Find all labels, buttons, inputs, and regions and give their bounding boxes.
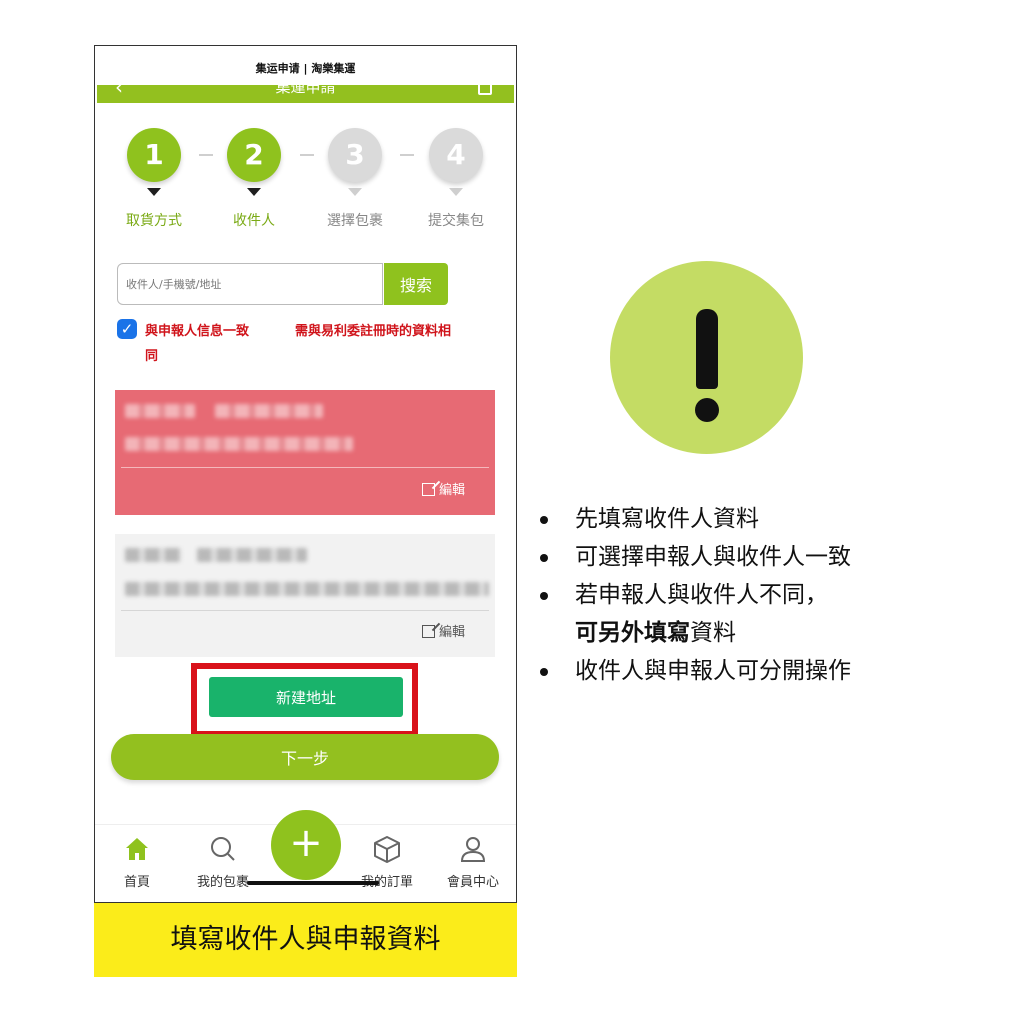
note-text: 可選擇申報人與收件人一致 — [575, 544, 851, 570]
note-text: 先填寫收件人資料 — [575, 506, 759, 532]
edit-label: 編輯 — [438, 483, 465, 498]
step-indicator — [449, 188, 463, 196]
next-step-button[interactable]: 下一步 — [111, 734, 499, 780]
card-divider — [121, 467, 489, 468]
package-icon — [352, 835, 422, 863]
consistency-note-continued: 同 — [145, 349, 159, 364]
step-number: 4 — [429, 128, 483, 182]
note-item: 收件人與申報人可分開操作 — [540, 652, 1000, 690]
blurred-address — [125, 437, 353, 451]
phone-screen: 集运申请 | 淘樂集運 ‹ 集運申請 1 取貨方式 2 收件人 3 選擇包裹 4… — [94, 45, 517, 903]
note-item: 可選擇申報人與收件人一致 — [540, 538, 1000, 576]
tab-bar: 首頁 我的包裹 + 我的訂單 會員中心 — [95, 810, 516, 902]
note-bold-text: 可另外填寫 — [575, 620, 690, 646]
note-item: 先填寫收件人資料 — [540, 500, 1000, 538]
blurred-phone — [215, 404, 323, 418]
app-header: ‹ 集運申請 — [97, 85, 514, 103]
note-text: 收件人與申報人可分開操作 — [575, 658, 851, 684]
blurred-name — [125, 404, 195, 418]
home-indicator — [247, 881, 379, 885]
caption-banner: 填寫收件人與申報資料 — [94, 903, 517, 977]
step-divider — [400, 154, 414, 156]
step-number: 1 — [127, 128, 181, 182]
step-label: 取貨方式 — [126, 213, 182, 229]
tab-member-center[interactable]: 會員中心 — [438, 825, 508, 890]
step-indicator — [147, 188, 161, 196]
home-icon — [102, 835, 172, 863]
note-text: 若申報人與收件人不同， — [575, 582, 828, 608]
step-label: 收件人 — [233, 213, 275, 229]
blurred-phone — [197, 548, 307, 562]
search-input[interactable] — [117, 263, 383, 305]
edit-icon — [421, 483, 435, 496]
note-item: 若申報人與收件人不同， 可另外填寫資料 — [540, 576, 1000, 652]
step-label: 提交集包 — [428, 213, 484, 229]
edit-label: 編輯 — [438, 625, 465, 640]
tab-home[interactable]: 首頁 — [102, 825, 172, 890]
step-number: 3 — [328, 128, 382, 182]
blurred-name — [125, 548, 181, 562]
header-title: 集運申請 — [275, 85, 336, 96]
step-recipient[interactable]: 2 收件人 — [214, 128, 294, 230]
address-card-selected[interactable]: 編輯 — [111, 386, 499, 519]
new-address-highlight: 新建地址 — [191, 663, 418, 737]
check-icon: ✓ — [120, 320, 134, 338]
search-icon — [188, 835, 258, 863]
search-button[interactable]: 搜索 — [384, 263, 448, 305]
note-text: 資料 — [690, 620, 736, 646]
edit-button[interactable]: 編輯 — [421, 479, 465, 498]
step-label: 選擇包裹 — [327, 213, 383, 229]
tab-label: 首頁 — [123, 875, 150, 890]
new-address-button[interactable]: 新建地址 — [209, 677, 403, 717]
address-card[interactable]: 編輯 — [111, 530, 499, 661]
card-divider — [121, 610, 489, 611]
step-divider — [300, 154, 314, 156]
edit-icon — [421, 625, 435, 638]
exclamation-dot — [695, 398, 719, 422]
user-icon — [438, 835, 508, 863]
step-submit[interactable]: 4 提交集包 — [416, 128, 496, 230]
notes-list: 先填寫收件人資料 可選擇申報人與收件人一致 若申報人與收件人不同， 可另外填寫資料… — [540, 500, 1000, 690]
blurred-address — [125, 582, 489, 596]
step-pickup[interactable]: 1 取貨方式 — [114, 128, 194, 230]
step-indicator — [247, 188, 261, 196]
edit-button[interactable]: 編輯 — [421, 621, 465, 640]
plus-icon[interactable]: + — [271, 810, 341, 880]
step-indicator — [348, 188, 362, 196]
consistency-note: 需與易利委註冊時的資料相 — [295, 324, 452, 339]
exclamation-bar — [696, 309, 718, 389]
consistency-label: 與申報人信息一致 — [145, 324, 250, 339]
step-number: 2 — [227, 128, 281, 182]
status-title: 集运申请 | 淘樂集運 — [255, 62, 356, 75]
box-icon[interactable] — [478, 85, 492, 95]
exclamation-icon — [610, 261, 803, 454]
step-select-package[interactable]: 3 選擇包裹 — [315, 128, 395, 230]
consistency-checkbox[interactable]: ✓ — [117, 319, 137, 339]
tab-label: 會員中心 — [446, 875, 499, 890]
step-divider — [199, 154, 213, 156]
